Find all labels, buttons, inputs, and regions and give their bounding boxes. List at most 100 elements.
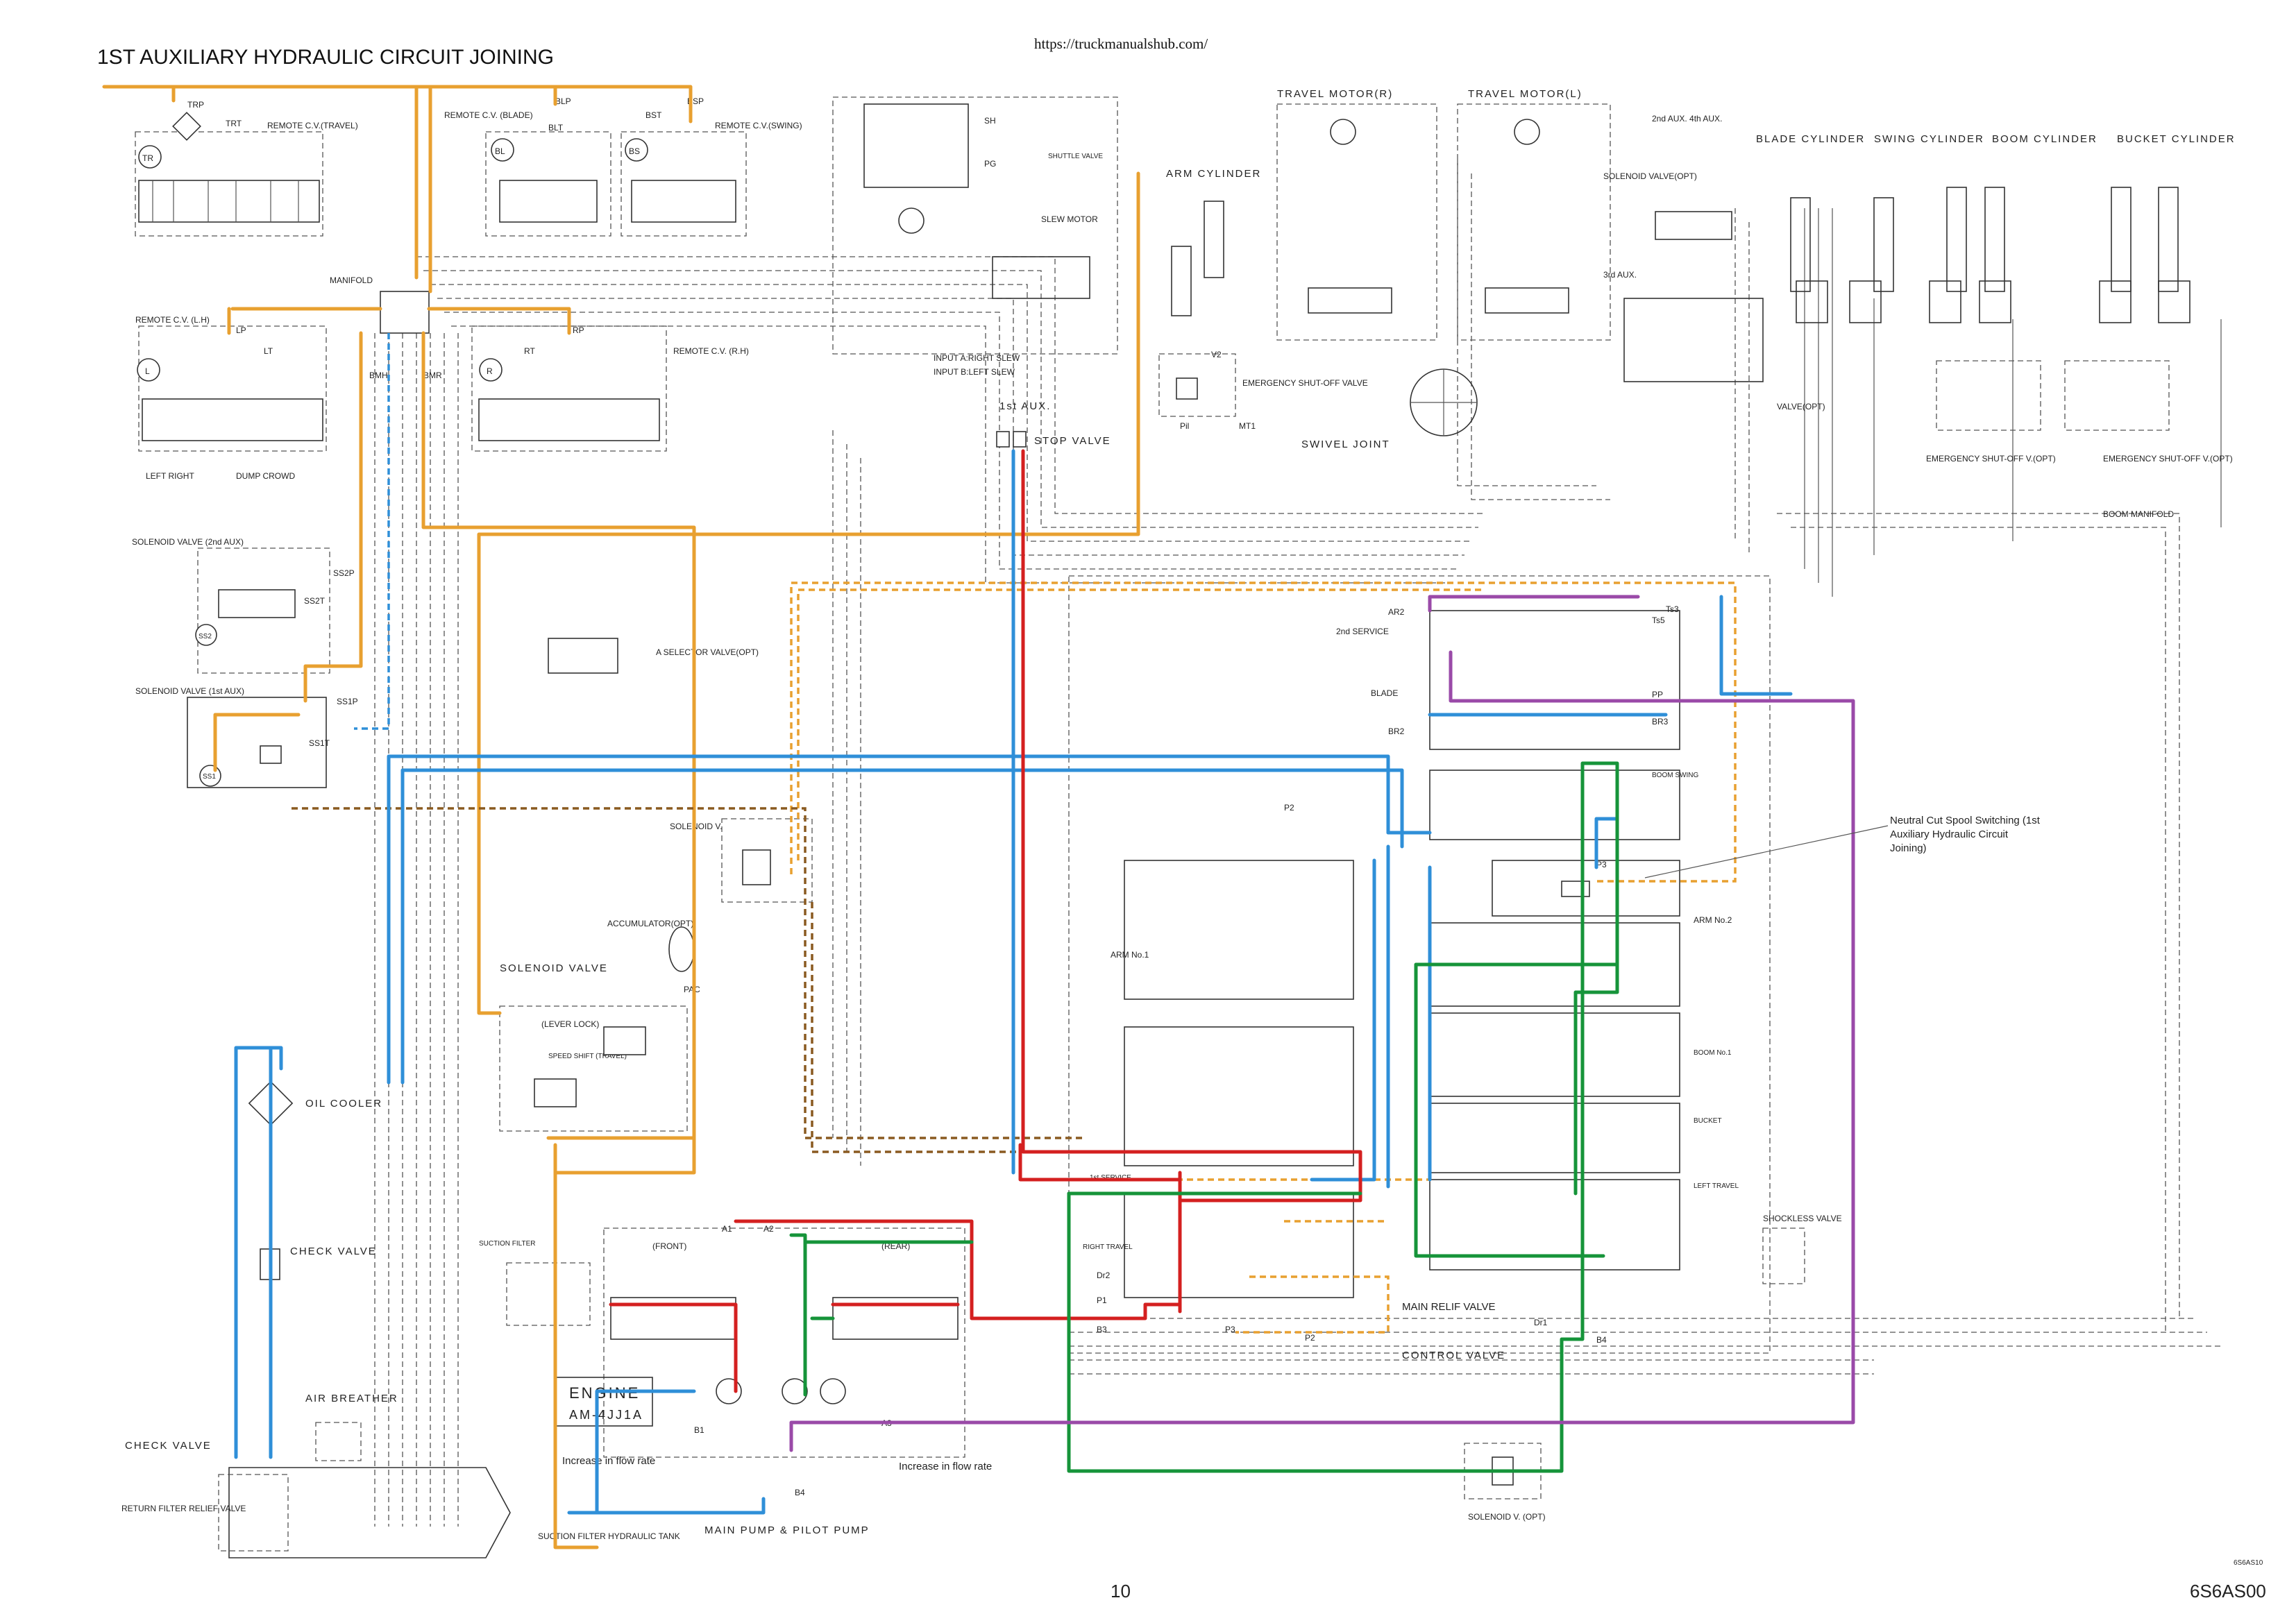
- svg-text:SOLENOID V. (OPT): SOLENOID V. (OPT): [1468, 1512, 1546, 1522]
- hydraulic-circuit-diagram: 1ST AUXILIARY HYDRAULIC CIRCUIT JOINING …: [97, 35, 2266, 1601]
- svg-text:V2: V2: [1211, 350, 1222, 359]
- svg-text:BMH: BMH: [369, 371, 388, 380]
- slew-motor: SLEW MOTOR INPUT A:RIGHT SLEW INPUT B:LE…: [832, 96, 1118, 377]
- manifold: MANIFOLD BMH BMR: [330, 275, 442, 380]
- shockless-valve: SHOCKLESS VALVE: [1762, 1214, 1842, 1284]
- svg-text:REMOTE C.V. (R.H): REMOTE C.V. (R.H): [673, 346, 749, 356]
- emergency-shutoff-opt: EMERGENCY SHUT-OFF V.(OPT) EMERGENCY SHU…: [1926, 360, 2233, 519]
- svg-text:TR: TR: [142, 153, 153, 163]
- flow-note-1: Increase in flow rate: [562, 1455, 655, 1467]
- svg-text:ARM CYLINDER: ARM CYLINDER: [1166, 168, 1261, 180]
- svg-text:BLADE: BLADE: [1371, 688, 1398, 698]
- svg-text:(FRONT): (FRONT): [652, 1241, 686, 1251]
- svg-text:CHECK VALVE: CHECK VALVE: [125, 1440, 212, 1452]
- svg-text:SS1: SS1: [203, 773, 216, 781]
- svg-text:B4: B4: [795, 1488, 805, 1497]
- svg-text:RETURN FILTER RELIEF VALVE: RETURN FILTER RELIEF VALVE: [121, 1504, 246, 1513]
- svg-text:SOLENOID VALVE(OPT): SOLENOID VALVE(OPT): [1603, 171, 1697, 181]
- svg-text:MT1: MT1: [1239, 421, 1256, 431]
- svg-text:L: L: [145, 366, 150, 376]
- svg-text:PG: PG: [984, 159, 996, 169]
- arm-cylinder: ARM CYLINDER: [1166, 168, 1261, 316]
- svg-text:B1: B1: [694, 1425, 704, 1435]
- svg-text:BLT: BLT: [548, 123, 564, 133]
- svg-text:INPUT A:RIGHT SLEW: INPUT A:RIGHT SLEW: [934, 353, 1020, 363]
- page-title: 1ST AUXILIARY HYDRAULIC CIRCUIT JOINING: [97, 46, 554, 69]
- svg-text:P3: P3: [1225, 1325, 1235, 1334]
- svg-text:LEFT RIGHT: LEFT RIGHT: [146, 471, 194, 481]
- svg-text:SS1T: SS1T: [309, 738, 330, 748]
- svg-text:SS1P: SS1P: [337, 697, 358, 706]
- flow-note-2: Increase in flow rate: [899, 1461, 992, 1472]
- svg-text:REMOTE C.V.(SWING): REMOTE C.V.(SWING): [715, 121, 802, 130]
- svg-text:REMOTE C.V.(TRAVEL): REMOTE C.V.(TRAVEL): [267, 121, 358, 130]
- svg-text:LP: LP: [236, 325, 246, 335]
- red-pump-lines: [609, 449, 1362, 1393]
- remote-cv-travel: TR TRP TRT REMOTE C.V.(TRAVEL): [135, 100, 358, 237]
- svg-text:BOOM SWING: BOOM SWING: [1652, 772, 1698, 779]
- svg-text:A SELECTOR VALVE(OPT): A SELECTOR VALVE(OPT): [656, 647, 759, 657]
- svg-text:SS2P: SS2P: [333, 568, 355, 578]
- svg-text:RT: RT: [524, 346, 535, 356]
- svg-text:SHUTTLE VALVE: SHUTTLE VALVE: [1048, 153, 1103, 160]
- svg-text:EMERGENCY SHUT-OFF V.(OPT): EMERGENCY SHUT-OFF V.(OPT): [2103, 454, 2233, 464]
- main-pump: (FRONT) (REAR) MAIN PUMP & PILOT PUMP A1…: [603, 1224, 965, 1536]
- svg-text:PAC: PAC: [684, 985, 700, 994]
- purple-aux-lines: [789, 595, 1855, 1452]
- svg-text:2nd SERVICE: 2nd SERVICE: [1336, 627, 1389, 636]
- svg-text:EMERGENCY SHUT-OFF V.(OPT): EMERGENCY SHUT-OFF V.(OPT): [1926, 454, 2056, 464]
- svg-text:BOOM CYLINDER: BOOM CYLINDER: [1992, 133, 2097, 145]
- svg-text:BMR: BMR: [423, 371, 442, 380]
- svg-text:SH: SH: [984, 116, 996, 126]
- svg-text:RP: RP: [573, 325, 584, 335]
- solenoid-valve-2nd-aux: SOLENOID VALVE (2nd AUX) SS2 SS2P SS2T: [132, 537, 355, 674]
- figure-code: 6S6AS00: [2190, 1581, 2266, 1601]
- svg-text:BLP: BLP: [555, 96, 571, 106]
- svg-text:Ts3: Ts3: [1666, 604, 1679, 614]
- svg-text:A1: A1: [722, 1224, 732, 1234]
- svg-text:REMOTE C.V. (L.H): REMOTE C.V. (L.H): [135, 315, 210, 325]
- svg-text:CHECK VALVE: CHECK VALVE: [290, 1246, 377, 1257]
- accumulator: ACCUMULATOR(OPT) PAC: [607, 919, 700, 994]
- svg-text:ARM No.1: ARM No.1: [1111, 950, 1149, 960]
- svg-text:VALVE(OPT): VALVE(OPT): [1777, 402, 1825, 411]
- svg-text:AIR BREATHER: AIR BREATHER: [305, 1393, 398, 1404]
- control-valve: CONTROL VALVE 2nd SERVICE BLADE Ts3 Ts5 …: [1068, 575, 1771, 1361]
- check-valve: CHECK VALVE CHECK VALVE: [125, 1246, 377, 1452]
- green-pump-lines: [789, 761, 1619, 1473]
- remote-cv-lh: L REMOTE C.V. (L.H) LP LT LEFT RIGHT DUM…: [135, 315, 327, 481]
- callout-neutral-cut: Neutral Cut Spool Switching (1st Auxiliar…: [1644, 815, 2041, 878]
- emergency-shutoff-valve: EMERGENCY SHUT-OFF VALVE V2 Pil MT1: [1158, 350, 1368, 431]
- svg-text:DUMP CROWD: DUMP CROWD: [236, 471, 295, 481]
- travel-motor-l: TRAVEL MOTOR(L): [1457, 88, 1611, 341]
- svg-text:TRP: TRP: [187, 100, 204, 110]
- suction-filter: SUCTION FILTER: [479, 1240, 591, 1326]
- page-number: 10: [1111, 1581, 1131, 1601]
- svg-text:REMOTE C.V. (BLADE): REMOTE C.V. (BLADE): [444, 110, 533, 120]
- svg-text:TRAVEL MOTOR(L): TRAVEL MOTOR(L): [1468, 88, 1582, 100]
- svg-text:B3: B3: [1097, 1325, 1107, 1334]
- svg-text:BLADE CYLINDER: BLADE CYLINDER: [1756, 133, 1865, 145]
- svg-text:CONTROL VALVE: CONTROL VALVE: [1402, 1350, 1505, 1361]
- svg-text:R: R: [487, 366, 493, 376]
- air-breather: AIR BREATHER: [305, 1393, 398, 1461]
- svg-text:BOOM No.1: BOOM No.1: [1694, 1049, 1732, 1057]
- svg-text:SOLENOID VALVE (2nd AUX): SOLENOID VALVE (2nd AUX): [132, 537, 244, 547]
- svg-text:P2: P2: [1284, 803, 1294, 813]
- svg-text:BOOM MANIFOLD: BOOM MANIFOLD: [2103, 509, 2174, 519]
- svg-text:BR3: BR3: [1652, 717, 1669, 726]
- svg-text:LT: LT: [264, 346, 273, 356]
- svg-text:1st AUX.: 1st AUX.: [999, 400, 1051, 412]
- svg-text:EMERGENCY SHUT-OFF VALVE: EMERGENCY SHUT-OFF VALVE: [1242, 378, 1368, 388]
- svg-text:Dr1: Dr1: [1534, 1318, 1548, 1327]
- svg-text:RIGHT TRAVEL: RIGHT TRAVEL: [1083, 1243, 1133, 1251]
- svg-text:Dr2: Dr2: [1097, 1271, 1111, 1280]
- svg-text:TRAVEL MOTOR(R): TRAVEL MOTOR(R): [1277, 88, 1393, 100]
- svg-text:MAIN PUMP & PILOT PUMP: MAIN PUMP & PILOT PUMP: [704, 1524, 870, 1536]
- svg-text:SUCTION FILTER HYDRAULIC TANK: SUCTION FILTER HYDRAULIC TANK: [538, 1531, 680, 1541]
- svg-text:Ts5: Ts5: [1652, 615, 1665, 625]
- svg-text:SOLENOID VALVE (1st AUX): SOLENOID VALVE (1st AUX): [135, 686, 244, 696]
- svg-text:B4: B4: [1596, 1335, 1607, 1345]
- svg-text:SLEW MOTOR: SLEW MOTOR: [1041, 214, 1098, 224]
- svg-text:LEFT TRAVEL: LEFT TRAVEL: [1694, 1182, 1739, 1190]
